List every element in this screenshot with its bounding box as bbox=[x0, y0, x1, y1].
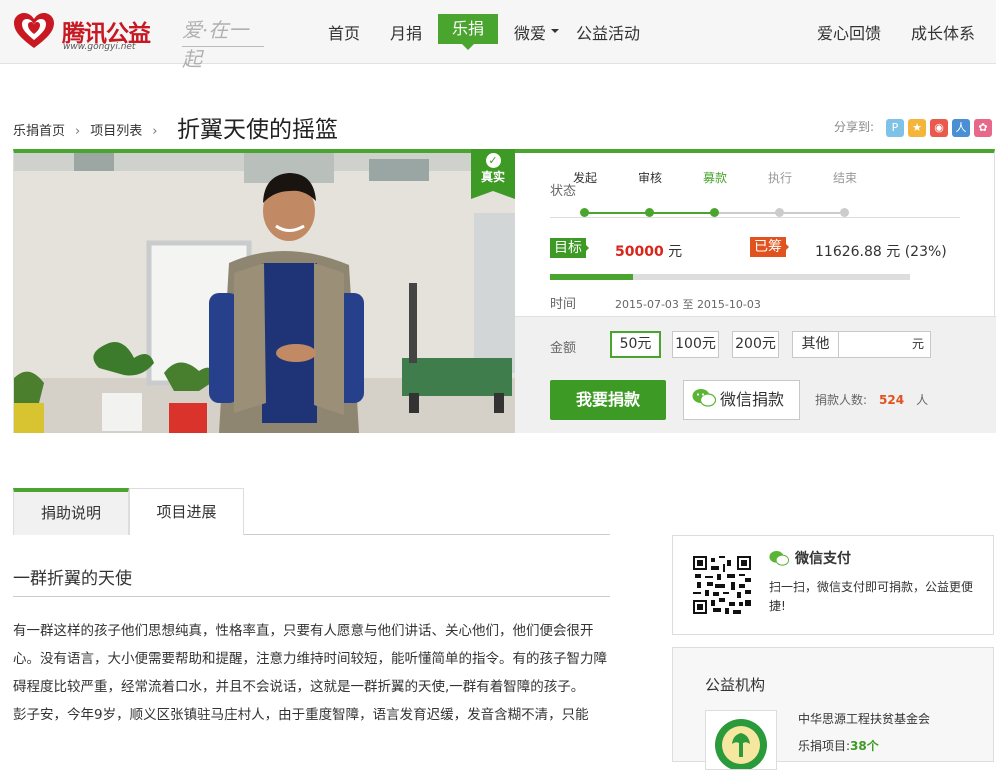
kaixin-share-icon[interactable]: ✿ bbox=[974, 119, 992, 137]
raised-value: 11626.88 元 (23%) bbox=[815, 241, 947, 261]
raised-percent: (23%) bbox=[904, 244, 947, 260]
donor-number: 524 bbox=[879, 393, 905, 407]
start-date: 2015-07-03 bbox=[615, 298, 679, 311]
description-text: 有一群这样的孩子他们思想纯真，性格率直，只要有人愿意与他们讲话、关心他们，他们便… bbox=[13, 617, 613, 729]
other-amount-input[interactable]: 元 bbox=[838, 331, 931, 358]
goal-value: 50000 元 bbox=[615, 241, 682, 261]
step-dot bbox=[840, 208, 849, 217]
share-label: 分享到: bbox=[834, 120, 875, 134]
nav-growth[interactable]: 成长体系 bbox=[911, 20, 975, 44]
tab-description[interactable]: 捐助说明 bbox=[13, 488, 129, 535]
section-divider bbox=[13, 596, 610, 597]
project-info: 状态 发起 审核 募款 执行 结束 目标 50000 元 已筹 11626.88… bbox=[515, 153, 996, 433]
progress-fill bbox=[550, 274, 633, 280]
step-finish: 结束 bbox=[832, 171, 857, 185]
content-tabs: 捐助说明 项目进展 bbox=[13, 488, 610, 535]
raised-amount: 11626.88 元 bbox=[815, 244, 901, 260]
end-date: 2015-10-03 bbox=[696, 298, 761, 311]
wechat-donate-label: 微信捐款 bbox=[720, 390, 785, 409]
nav-feedback[interactable]: 爱心回馈 bbox=[817, 20, 881, 44]
chevron-right-icon: › bbox=[75, 124, 81, 139]
org-projects-label: 乐捐项目: bbox=[798, 739, 851, 753]
breadcrumb: 乐捐首页 › 项目列表 › bbox=[13, 120, 167, 139]
date-sep: 至 bbox=[682, 298, 694, 311]
wechat-pay-box: 微信支付 扫一扫，微信支付即可捐款，公益更便捷! bbox=[672, 535, 994, 635]
paragraph: 有一群这样的孩子他们思想纯真，性格率直，只要有人愿意与他们讲话、关心他们，他们便… bbox=[13, 623, 607, 695]
section-title: 一群折翼的天使 bbox=[13, 569, 132, 589]
step-dot bbox=[775, 208, 784, 217]
org-heading: 公益机构 bbox=[705, 676, 766, 694]
org-projects-count: 38个 bbox=[850, 739, 879, 753]
amount-50-option[interactable]: 50元 bbox=[610, 331, 661, 358]
wechat-pay-desc: 扫一扫，微信支付即可捐款，公益更便捷! bbox=[769, 580, 974, 613]
tab-progress[interactable]: 项目进展 bbox=[129, 488, 244, 535]
org-name[interactable]: 中华思源工程扶贫基金会 bbox=[798, 710, 930, 727]
verified-label: 真实 bbox=[480, 170, 505, 184]
other-unit: 元 bbox=[911, 337, 924, 351]
slogan-text: 爱·在一起 bbox=[182, 18, 249, 71]
donor-count: 捐款人数: 524 人 bbox=[815, 391, 928, 408]
checkmark-icon: ✓ bbox=[485, 153, 501, 168]
chevron-right-icon: › bbox=[152, 124, 158, 139]
chevron-down-icon bbox=[551, 29, 560, 37]
goal-tag: 目标 bbox=[550, 238, 589, 258]
nav-weiai[interactable]: 微爱 bbox=[514, 20, 560, 44]
nav-activity[interactable]: 公益活动 bbox=[576, 20, 640, 44]
donate-button[interactable]: 我要捐款 bbox=[550, 380, 666, 420]
goal-amount: 50000 bbox=[615, 244, 664, 260]
amount-100-option[interactable]: 100元 bbox=[672, 331, 719, 358]
raised-tag: 已筹 bbox=[750, 237, 789, 257]
step-dot bbox=[710, 208, 719, 217]
time-label: 时间 bbox=[550, 297, 577, 312]
top-nav-bar: 腾讯公益 www.gongyi.net 爱·在一起 首页 月捐 乐捐 微爱 公益… bbox=[0, 0, 996, 71]
classroom-photo-image bbox=[14, 153, 515, 433]
wechat-icon bbox=[692, 384, 717, 407]
org-logo[interactable] bbox=[705, 710, 777, 771]
organization-box: 公益机构 中华思源工程扶贫基金会 乐捐项目:38个 bbox=[672, 647, 994, 771]
nav-lejuan[interactable]: 乐捐 bbox=[438, 14, 498, 50]
tencent-gongyi-logo[interactable]: 腾讯公益 www.gongyi.net bbox=[12, 10, 162, 54]
renren-share-icon[interactable]: 人 bbox=[952, 119, 970, 137]
share-icons: P ★ ◉ 人 ✿ bbox=[886, 116, 996, 137]
step-dot bbox=[645, 208, 654, 217]
verified-badge: ✓ 真实 bbox=[471, 149, 515, 199]
progress-bar bbox=[550, 274, 910, 280]
nav-monthly[interactable]: 月捐 bbox=[390, 20, 422, 44]
amount-200-option[interactable]: 200元 bbox=[732, 331, 779, 358]
donor-label: 捐款人数: bbox=[815, 393, 868, 407]
page-title: 折翼天使的摇篮 bbox=[177, 117, 338, 143]
wechat-pay-icon bbox=[769, 551, 789, 566]
donor-unit: 人 bbox=[916, 393, 929, 407]
qr-code-image[interactable] bbox=[693, 556, 751, 614]
org-emblem-icon bbox=[715, 719, 767, 771]
heart-logo-icon bbox=[14, 13, 54, 48]
divider bbox=[550, 217, 960, 218]
pengyou-share-icon[interactable]: P bbox=[886, 119, 904, 137]
amount-other-option[interactable]: 其他 bbox=[792, 331, 839, 358]
nav-weiai-label: 微爱 bbox=[514, 24, 547, 43]
qzone-share-icon[interactable]: ★ bbox=[908, 119, 926, 137]
weibo-share-icon[interactable]: ◉ bbox=[930, 119, 948, 137]
paragraph: 彭子安，今年9岁，顺义区张镇驻马庄村人，由于重度智障，语言发育迟缓，发音含糊不清… bbox=[13, 707, 589, 723]
goal-unit: 元 bbox=[668, 244, 683, 260]
date-range: 2015-07-03 至 2015-10-03 bbox=[615, 296, 761, 312]
wechat-pay-title: 微信支付 bbox=[795, 551, 851, 567]
wechat-donate-button[interactable]: 微信捐款 bbox=[683, 380, 800, 420]
breadcrumb-home[interactable]: 乐捐首页 bbox=[13, 124, 65, 139]
donation-panel: 金额 50元 100元 200元 其他 元 我要捐款 微信捐款 捐款人数: 524… bbox=[515, 316, 996, 433]
project-photo bbox=[14, 153, 515, 433]
slogan: 爱·在一起 bbox=[182, 14, 266, 71]
amount-label: 金额 bbox=[550, 341, 577, 356]
brand-domain: www.gongyi.net bbox=[63, 42, 136, 52]
org-projects: 乐捐项目:38个 bbox=[798, 737, 879, 754]
step-dot bbox=[580, 208, 589, 217]
nav-home[interactable]: 首页 bbox=[328, 20, 360, 44]
breadcrumb-list[interactable]: 项目列表 bbox=[90, 124, 142, 139]
project-card: ✓ 真实 状态 发起 审核 募款 执行 结束 目标 50000 元 已筹 1162… bbox=[13, 149, 996, 433]
